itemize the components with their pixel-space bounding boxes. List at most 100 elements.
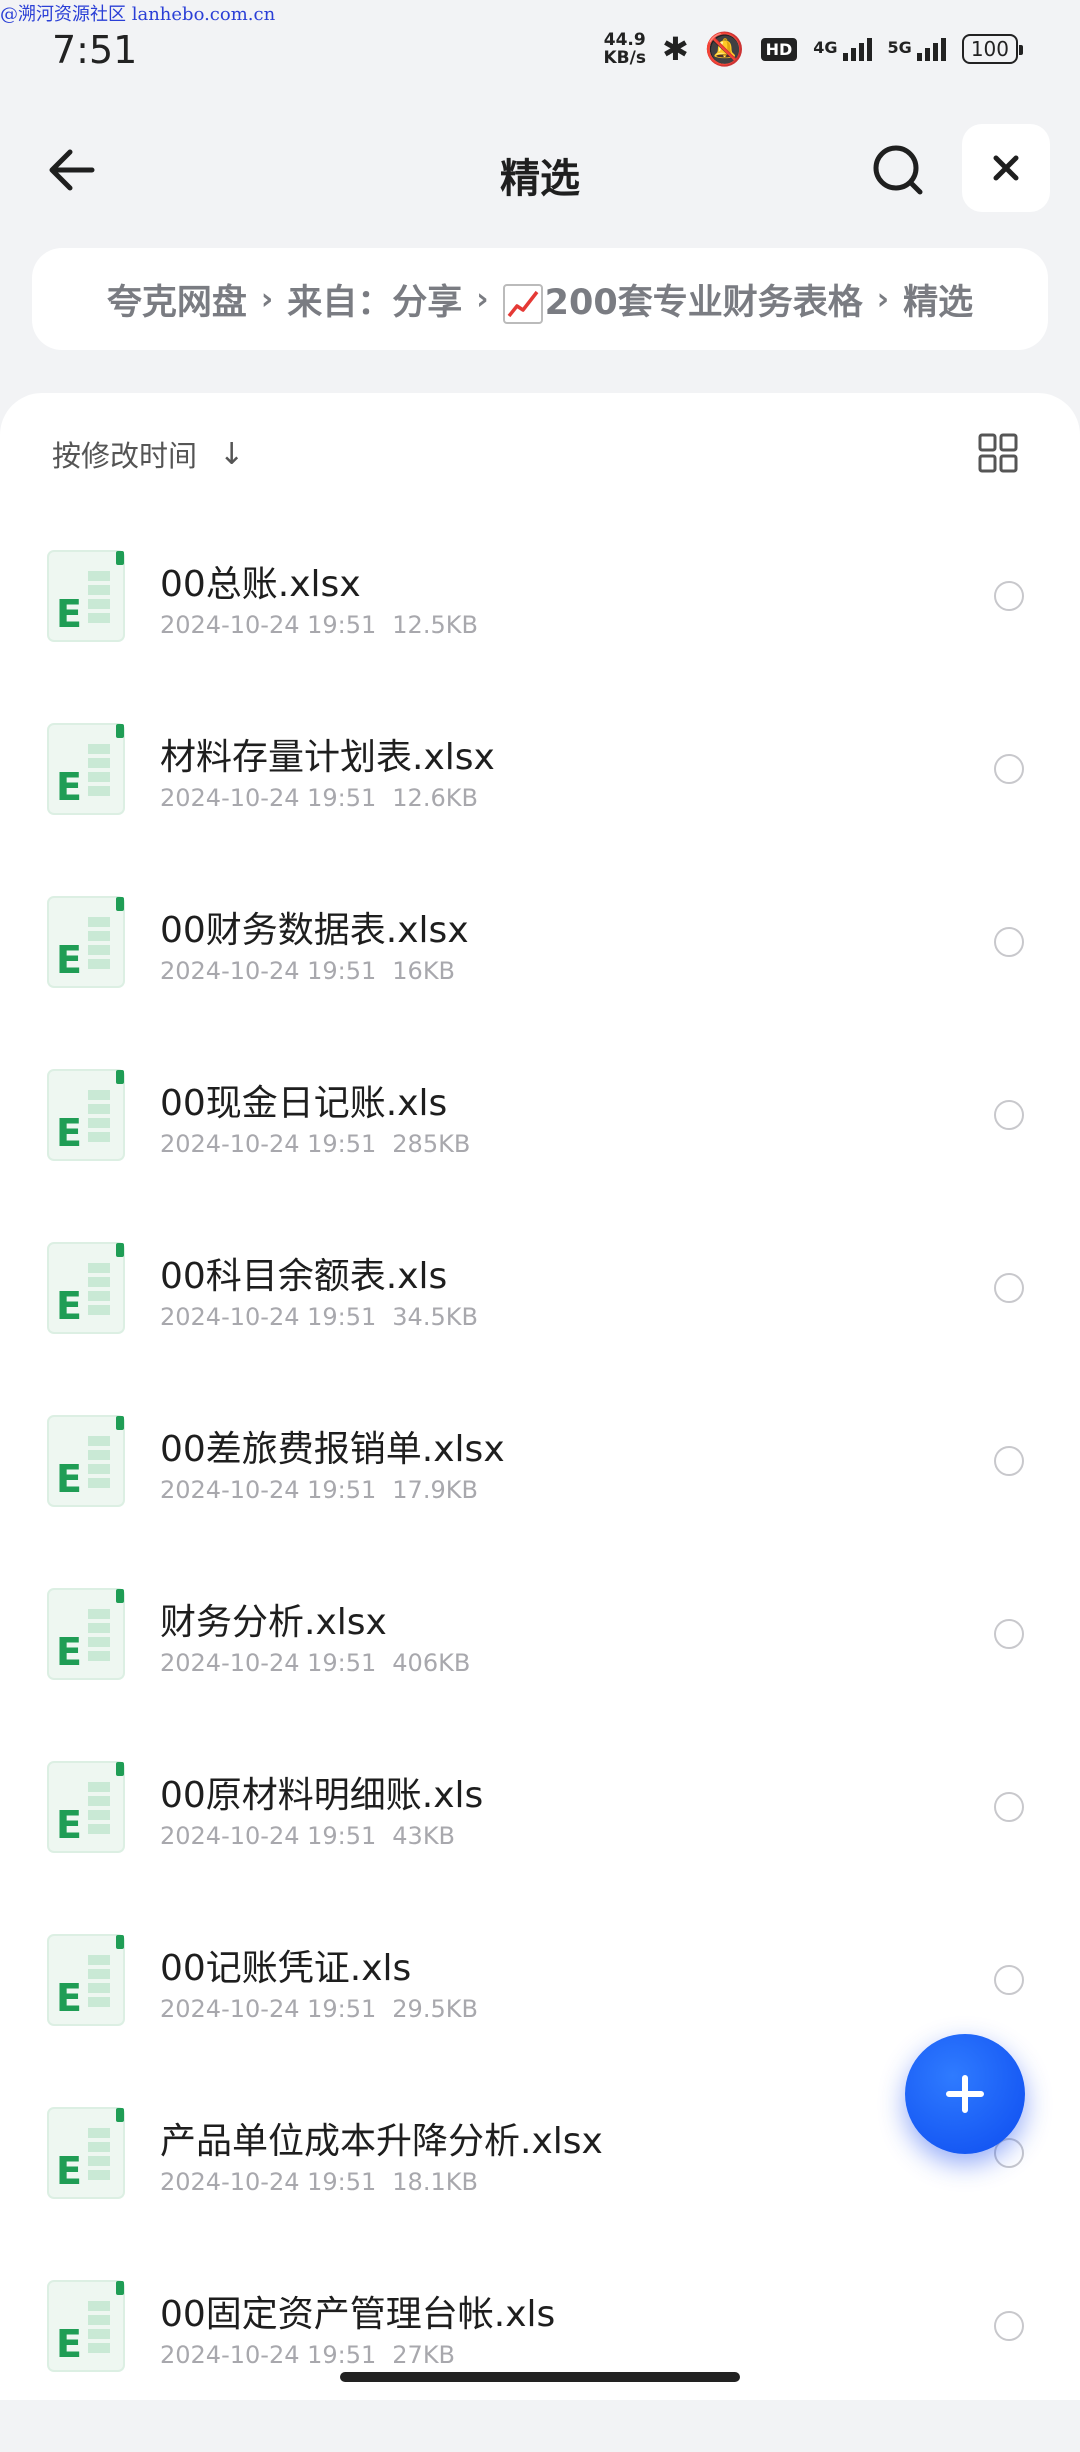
file-name: 材料存量计划表.xlsx bbox=[160, 737, 495, 778]
file-date: 2024-10-24 19:51 bbox=[160, 1303, 377, 1331]
file-name: 产品单位成本升降分析.xlsx bbox=[160, 2121, 603, 2162]
svg-text:E: E bbox=[56, 765, 82, 809]
excel-file-icon: E bbox=[47, 2280, 125, 2372]
file-date: 2024-10-24 19:51 bbox=[160, 1476, 377, 1504]
select-radio[interactable] bbox=[994, 1619, 1024, 1649]
file-meta: 2024-10-24 19:51 18.1KB bbox=[160, 2168, 478, 2196]
chevron-right-icon: › bbox=[260, 281, 274, 317]
file-list-item[interactable]: E 材料存量计划表.xlsx 2024-10-24 19:51 12.6KB bbox=[0, 722, 1080, 895]
file-date: 2024-10-24 19:51 bbox=[160, 957, 377, 985]
file-name: 00科目余额表.xls bbox=[160, 1256, 448, 1297]
top-app-bar: 精选 bbox=[0, 100, 1080, 240]
select-radio[interactable] bbox=[994, 1792, 1024, 1822]
plus-icon bbox=[946, 2075, 984, 2113]
file-list: E 00总账.xlsx 2024-10-24 19:51 12.5KB E 材料存… bbox=[0, 549, 1080, 2452]
file-name: 00总账.xlsx bbox=[160, 564, 361, 605]
excel-file-icon: E bbox=[47, 1761, 125, 1853]
file-meta: 2024-10-24 19:51 285KB bbox=[160, 1130, 470, 1158]
file-meta: 2024-10-24 19:51 29.5KB bbox=[160, 1995, 478, 2023]
svg-text:E: E bbox=[56, 938, 82, 982]
select-radio[interactable] bbox=[994, 1100, 1024, 1130]
file-meta: 2024-10-24 19:51 43KB bbox=[160, 1822, 455, 1850]
close-button[interactable] bbox=[962, 124, 1050, 212]
svg-text:E: E bbox=[56, 1976, 82, 2020]
file-date: 2024-10-24 19:51 bbox=[160, 784, 377, 812]
chevron-right-icon: › bbox=[876, 281, 890, 317]
status-bar: 7:51 44.9 KB/s ✱ 🔕 HD 4G 5G 100 bbox=[0, 0, 1080, 100]
breadcrumb-item-drive[interactable]: 夸克网盘 bbox=[107, 274, 247, 325]
file-size: 17.9KB bbox=[392, 1476, 478, 1504]
svg-text:E: E bbox=[56, 592, 82, 636]
arrow-down-icon: ↓ bbox=[219, 436, 245, 472]
battery-icon: 100 bbox=[961, 34, 1024, 64]
hd-badge: HD bbox=[760, 37, 798, 61]
excel-file-icon: E bbox=[47, 896, 125, 988]
file-list-item[interactable]: E 00财务数据表.xlsx 2024-10-24 19:51 16KB bbox=[0, 895, 1080, 1068]
file-name: 00原材料明细账.xls bbox=[160, 1775, 484, 1816]
file-list-item[interactable]: E 00原材料明细账.xls 2024-10-24 19:51 43KB bbox=[0, 1760, 1080, 1933]
file-meta: 2024-10-24 19:51 12.6KB bbox=[160, 784, 478, 812]
chevron-right-icon: › bbox=[476, 281, 489, 317]
file-size: 285KB bbox=[392, 1130, 471, 1158]
file-meta: 2024-10-24 19:51 406KB bbox=[160, 1649, 470, 1677]
file-list-item[interactable]: E 00总账.xlsx 2024-10-24 19:51 12.5KB bbox=[0, 549, 1080, 722]
file-date: 2024-10-24 19:51 bbox=[160, 611, 377, 639]
bell-muted-icon: 🔕 bbox=[704, 30, 745, 68]
breadcrumb-item-current: 精选 bbox=[903, 282, 974, 323]
file-name: 00差旅费报销单.xlsx bbox=[160, 1429, 505, 1470]
select-radio[interactable] bbox=[994, 927, 1024, 957]
file-size: 29.5KB bbox=[392, 1995, 478, 2023]
file-list-item[interactable]: E 00差旅费报销单.xlsx 2024-10-24 19:51 17.9KB bbox=[0, 1414, 1080, 1587]
excel-file-icon: E bbox=[47, 1415, 125, 1507]
file-size: 12.5KB bbox=[392, 611, 478, 639]
file-date: 2024-10-24 19:51 bbox=[160, 1822, 377, 1850]
file-list-item[interactable]: E 财务分析.xlsx 2024-10-24 19:51 406KB bbox=[0, 1587, 1080, 1760]
excel-file-icon: E bbox=[47, 1588, 125, 1680]
svg-text:E: E bbox=[56, 1457, 82, 1501]
file-list-item[interactable]: E 00科目余额表.xls 2024-10-24 19:51 34.5KB bbox=[0, 1241, 1080, 1414]
signal-4g-icon: 4G bbox=[813, 37, 872, 61]
select-radio[interactable] bbox=[994, 581, 1024, 611]
file-date: 2024-10-24 19:51 bbox=[160, 2168, 377, 2196]
excel-file-icon: E bbox=[47, 1069, 125, 1161]
close-icon bbox=[993, 155, 1019, 181]
svg-text:E: E bbox=[56, 1803, 82, 1847]
bluetooth-icon: ✱ bbox=[661, 30, 689, 68]
select-radio[interactable] bbox=[994, 1446, 1024, 1476]
select-radio[interactable] bbox=[994, 754, 1024, 784]
breadcrumb-item-folder[interactable]: 200套专业财务表格 bbox=[502, 274, 863, 325]
file-meta: 2024-10-24 19:51 27KB bbox=[160, 2341, 455, 2369]
file-size: 34.5KB bbox=[392, 1303, 478, 1331]
breadcrumb: 夸克网盘 › 来自：分享 › 200套专业财务表格 › 精选 bbox=[32, 248, 1048, 350]
file-size: 406KB bbox=[392, 1649, 471, 1677]
network-speed: 44.9 KB/s bbox=[603, 30, 646, 68]
search-icon[interactable] bbox=[866, 138, 930, 202]
file-size: 12.6KB bbox=[392, 784, 478, 812]
file-name: 00财务数据表.xlsx bbox=[160, 910, 469, 951]
file-name: 财务分析.xlsx bbox=[160, 1602, 387, 1643]
file-name: 00记账凭证.xls bbox=[160, 1948, 412, 1989]
breadcrumb-item-shared[interactable]: 来自：分享 bbox=[287, 274, 462, 325]
excel-file-icon: E bbox=[47, 1242, 125, 1334]
svg-text:E: E bbox=[56, 1630, 82, 1674]
file-meta: 2024-10-24 19:51 17.9KB bbox=[160, 1476, 478, 1504]
file-list-item[interactable]: E 00固定资产管理台帐.xls 2024-10-24 19:51 27KB bbox=[0, 2279, 1080, 2452]
svg-text:E: E bbox=[56, 2322, 82, 2366]
file-size: 18.1KB bbox=[392, 2168, 478, 2196]
chart-increasing-icon bbox=[502, 283, 543, 324]
file-name: 00固定资产管理台帐.xls bbox=[160, 2294, 556, 2335]
select-radio[interactable] bbox=[994, 1965, 1024, 1995]
select-radio[interactable] bbox=[994, 1273, 1024, 1303]
select-radio[interactable] bbox=[994, 2311, 1024, 2341]
sort-toggle[interactable]: 按修改时间 ↓ bbox=[52, 433, 244, 475]
file-date: 2024-10-24 19:51 bbox=[160, 2341, 377, 2369]
grid-view-icon[interactable] bbox=[978, 433, 1018, 473]
add-button[interactable] bbox=[905, 2034, 1025, 2154]
file-date: 2024-10-24 19:51 bbox=[160, 1649, 377, 1677]
file-size: 16KB bbox=[392, 957, 456, 985]
file-list-item[interactable]: E 00现金日记账.xls 2024-10-24 19:51 285KB bbox=[0, 1068, 1080, 1241]
file-size: 27KB bbox=[392, 2341, 456, 2369]
file-meta: 2024-10-24 19:51 12.5KB bbox=[160, 611, 478, 639]
file-date: 2024-10-24 19:51 bbox=[160, 1130, 377, 1158]
status-time: 7:51 bbox=[52, 28, 138, 72]
